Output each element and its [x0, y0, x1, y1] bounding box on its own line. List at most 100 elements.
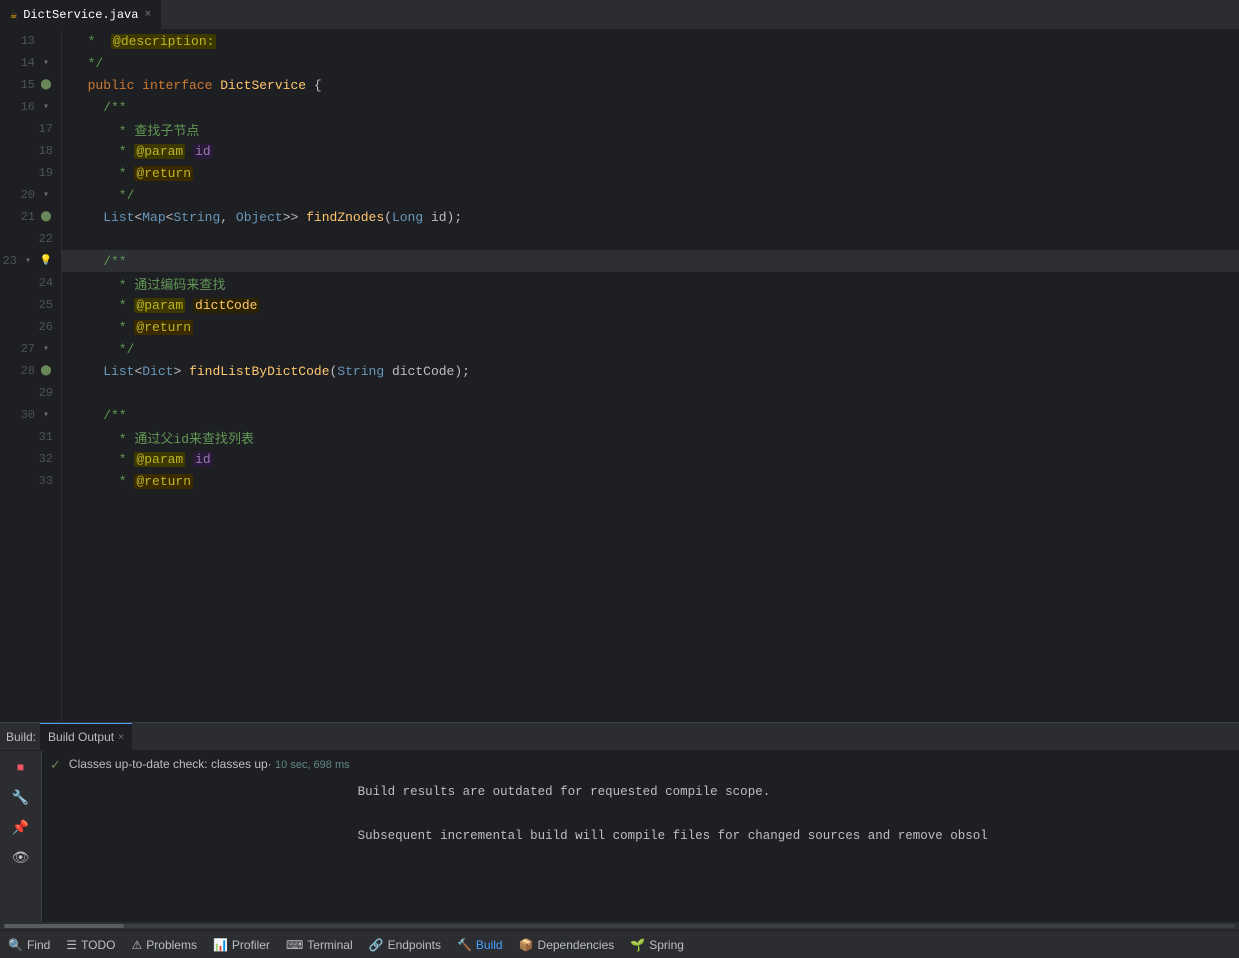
impl-icon-21[interactable]: ⬤: [39, 210, 53, 224]
build-label-bottom: Build: [476, 938, 503, 952]
build-output-area: ✓ Classes up-to-date check: classes up· …: [42, 751, 1239, 922]
code-line-23: /**: [62, 250, 1239, 272]
problems-icon: ⚠: [132, 938, 143, 952]
code-line-27: */: [62, 338, 1239, 360]
code-line-22: [62, 228, 1239, 250]
code-editor[interactable]: * @description: */ public interface Dict…: [62, 30, 1239, 722]
bottom-endpoints[interactable]: 🔗 Endpoints: [369, 938, 441, 952]
scrollbar-thumb[interactable]: [4, 924, 124, 928]
terminal-icon: ⌨: [286, 938, 303, 952]
spring-label: Spring: [649, 938, 684, 952]
tab-bar: ☕ DictService.java ×: [0, 0, 1239, 30]
bottom-find[interactable]: 🔍 Find: [8, 938, 50, 952]
code-line-14: */: [62, 52, 1239, 74]
fold-icon-20[interactable]: ▾: [39, 188, 53, 202]
dependencies-label: Dependencies: [538, 938, 615, 952]
build-action-3[interactable]: 👁: [10, 847, 32, 869]
fold-icon-27[interactable]: ▾: [39, 342, 53, 356]
fold-icon-30[interactable]: ▾: [39, 408, 53, 422]
dependencies-icon: 📦: [519, 938, 534, 952]
endpoints-icon: 🔗: [369, 938, 384, 952]
code-line-33: * @return: [62, 470, 1239, 492]
gutter-line-33: 33: [0, 470, 61, 492]
gutter-line-24: 24: [0, 272, 61, 294]
code-line-29: [62, 382, 1239, 404]
todo-label: TODO: [81, 938, 115, 952]
build-tab-close[interactable]: ×: [118, 732, 124, 743]
gutter-line-30: 30 ▾: [0, 404, 61, 426]
gutter-line-20: 20 ▾: [0, 184, 61, 206]
build-icon: 🔨: [457, 938, 472, 952]
terminal-label: Terminal: [307, 938, 352, 952]
code-line-13: * @description:: [62, 30, 1239, 52]
fold-icon-16[interactable]: ▾: [39, 100, 53, 114]
code-line-19: * @return: [62, 162, 1239, 184]
code-line-16: /**: [62, 96, 1239, 118]
build-status-label: Classes up-to-date check: classes up· 10…: [69, 757, 350, 771]
gutter-line-32: 32: [0, 448, 61, 470]
build-action-1[interactable]: 🔧: [10, 787, 32, 809]
gutter-line-31: 31: [0, 426, 61, 448]
gutter-line-26: 26: [0, 316, 61, 338]
gutter-line-13: 13: [0, 30, 61, 52]
code-line-28: List<Dict> findListByDictCode(String dic…: [62, 360, 1239, 382]
tab-close-button[interactable]: ×: [144, 9, 151, 21]
horizontal-scrollbar[interactable]: [0, 922, 1239, 930]
fold-icon-23[interactable]: ▾: [21, 254, 35, 268]
fold-icon-14[interactable]: ▾: [39, 56, 53, 70]
gutter-line-27: 27 ▾: [0, 338, 61, 360]
build-message-1: Build results are outdated for requested…: [358, 757, 988, 873]
build-time: 10 sec, 698 ms: [275, 759, 350, 771]
code-line-15: public interface DictService {: [62, 74, 1239, 96]
bottom-build[interactable]: 🔨 Build: [457, 938, 503, 952]
build-output-tab[interactable]: Build Output ×: [40, 723, 132, 750]
bottom-todo[interactable]: ☰ TODO: [66, 938, 115, 952]
build-action-2[interactable]: 📌: [10, 817, 32, 839]
code-line-18: * @param id: [62, 140, 1239, 162]
build-tab-label: Build Output: [48, 730, 114, 744]
gutter-line-23: 23 ▾ 💡: [0, 250, 61, 272]
bottom-problems[interactable]: ⚠ Problems: [132, 938, 197, 952]
build-sidebar: ■ 🔧 📌 👁: [0, 751, 42, 922]
gutter-line-14: 14 ▾: [0, 52, 61, 74]
endpoints-label: Endpoints: [388, 938, 441, 952]
find-label: Find: [27, 938, 50, 952]
stop-button[interactable]: ■: [10, 757, 32, 779]
bottom-dependencies[interactable]: 📦 Dependencies: [519, 938, 615, 952]
impl-icon-15[interactable]: ⬤: [39, 78, 53, 92]
gutter-line-16: 16 ▾: [0, 96, 61, 118]
build-message-line-2: Subsequent incremental build will compil…: [358, 829, 988, 843]
code-line-30: /**: [62, 404, 1239, 426]
code-line-17: * 查找子节点: [62, 118, 1239, 140]
gutter-line-29: 29: [0, 382, 61, 404]
find-icon: 🔍: [8, 938, 23, 952]
bottom-profiler[interactable]: 📊 Profiler: [213, 938, 270, 952]
code-line-24: * 通过编码来查找: [62, 272, 1239, 294]
bottom-terminal[interactable]: ⌨ Terminal: [286, 938, 353, 952]
code-line-31: * 通过父id来查找列表: [62, 426, 1239, 448]
build-status-row: ✓ Classes up-to-date check: classes up· …: [50, 755, 1231, 875]
gutter-line-17: 17: [0, 118, 61, 140]
gutter-line-28: 28 ⬤: [0, 360, 61, 382]
code-line-32: * @param id: [62, 448, 1239, 470]
editor-gutter: 13 14 ▾ 15 ⬤ 16 ▾ 17 18 19 2: [0, 30, 62, 722]
build-message-line-1: Build results are outdated for requested…: [358, 785, 988, 799]
gutter-line-22: 22: [0, 228, 61, 250]
spring-icon: 🌱: [630, 938, 645, 952]
no-icon-13: [39, 34, 53, 48]
gutter-line-21: 21 ⬤: [0, 206, 61, 228]
bulb-icon-23[interactable]: 💡: [39, 254, 53, 268]
code-line-20: */: [62, 184, 1239, 206]
build-check-icon: ✓: [50, 757, 61, 773]
problems-label: Problems: [146, 938, 197, 952]
bottom-spring[interactable]: 🌱 Spring: [630, 938, 684, 952]
code-line-26: * @return: [62, 316, 1239, 338]
impl-icon-28[interactable]: ⬤: [39, 364, 53, 378]
editor-area: 13 14 ▾ 15 ⬤ 16 ▾ 17 18 19 2: [0, 30, 1239, 722]
build-content: ■ 🔧 📌 👁 ✓ Classes up-to-date check: clas…: [0, 751, 1239, 922]
file-icon: ☕: [10, 7, 17, 22]
scrollbar-track[interactable]: [4, 924, 1235, 928]
profiler-label: Profiler: [232, 938, 270, 952]
build-tab-bar: Build: Build Output ×: [0, 723, 1239, 751]
file-tab[interactable]: ☕ DictService.java ×: [0, 0, 162, 29]
